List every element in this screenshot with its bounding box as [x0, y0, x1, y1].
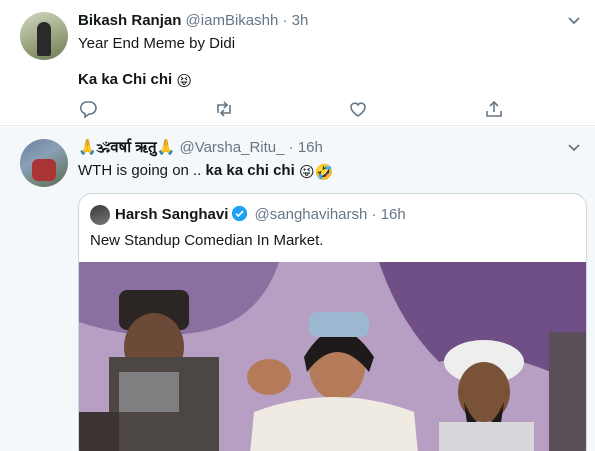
username[interactable]: @iamBikashh	[186, 12, 279, 29]
chevron-down-icon[interactable]	[567, 143, 581, 153]
quoted-tweet[interactable]: Harsh Sanghavi @sanghaviharsh · 16h New …	[78, 193, 587, 451]
display-name[interactable]: Harsh Sanghavi	[115, 206, 228, 223]
timestamp[interactable]: 16h	[381, 206, 406, 223]
avatar[interactable]	[90, 205, 110, 225]
username[interactable]: @Varsha_Ritu_	[179, 139, 284, 156]
avatar[interactable]	[20, 139, 68, 187]
quoted-tweet-header: Harsh Sanghavi @sanghaviharsh · 16h	[115, 205, 406, 225]
name-emoji: 🙏	[156, 139, 176, 156]
tweet[interactable]: 🙏🕉वर्षा ऋतु🙏 @Varsha_Ritu_ · 16h WTH is …	[0, 127, 595, 451]
tweet-text-line: Ka ka Chi chi 😝	[78, 70, 192, 92]
timestamp[interactable]: 3h	[292, 12, 309, 29]
separator-dot: ·	[282, 12, 288, 29]
reply-icon[interactable]	[78, 99, 98, 119]
display-name[interactable]: Bikash Ranjan	[78, 12, 181, 29]
tweet[interactable]: Bikash Ranjan @iamBikashh · 3h Year End …	[0, 0, 595, 126]
video-frame	[79, 262, 586, 451]
display-name[interactable]: 🙏🕉वर्षा ऋतु🙏	[78, 139, 175, 156]
separator-dot: ·	[288, 139, 294, 156]
verified-badge-icon	[232, 205, 248, 222]
video-thumbnail[interactable]	[79, 262, 586, 451]
retweet-icon[interactable]	[214, 99, 234, 119]
share-icon[interactable]	[484, 99, 504, 119]
tweet-header: 🙏🕉वर्षा ऋतु🙏 @Varsha_Ritu_ · 16h	[78, 138, 323, 158]
avatar[interactable]	[20, 12, 68, 60]
username[interactable]: @sanghaviharsh	[255, 206, 368, 223]
heart-icon[interactable]	[348, 99, 368, 119]
display-name-text: वर्षा ऋतु	[110, 139, 157, 156]
emoji: 😝	[176, 73, 193, 90]
tweet-actions	[78, 99, 508, 119]
separator-dot: ·	[371, 206, 377, 223]
tweet-text-bold: Ka ka Chi chi	[78, 71, 173, 88]
tweet-text: Year End Meme by Didi	[78, 35, 236, 52]
tweet-text: WTH is going on .. ka ka chi chi 😜🤣	[78, 161, 333, 183]
tweet-text-bold: ka ka chi chi	[205, 162, 295, 179]
emoji: 😜🤣	[298, 164, 334, 181]
tweet-header: Bikash Ranjan @iamBikashh · 3h	[78, 11, 308, 31]
tweet-text-plain: WTH is going on ..	[78, 162, 206, 179]
chevron-down-icon[interactable]	[567, 16, 581, 26]
quoted-tweet-text: New Standup Comedian In Market.	[90, 232, 324, 249]
timestamp[interactable]: 16h	[298, 139, 323, 156]
name-emoji: 🙏🕉	[78, 139, 111, 156]
